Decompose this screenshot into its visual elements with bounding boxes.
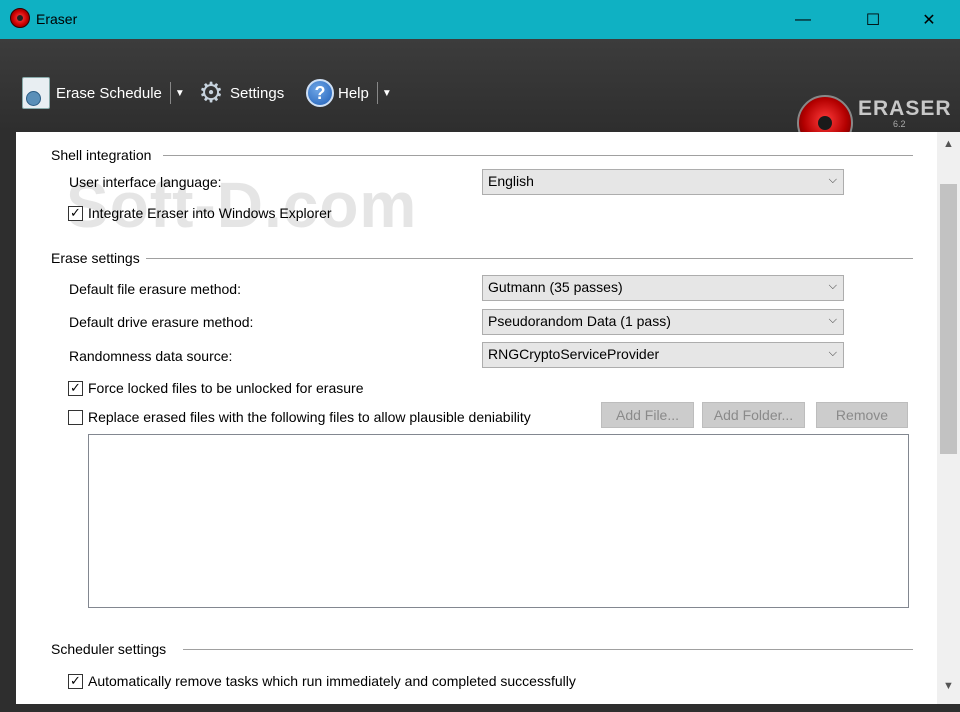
erase-schedule-dropdown-icon[interactable]: ▼	[175, 88, 185, 99]
plausible-deniability-checkbox[interactable]: Replace erased files with the following …	[68, 409, 531, 425]
add-file-button[interactable]: Add File...	[601, 402, 694, 428]
drive-method-label: Default drive erasure method:	[69, 314, 254, 330]
gear-icon: ⚙	[198, 77, 224, 108]
help-button[interactable]: ? Help ▼	[306, 77, 392, 109]
drive-method-dropdown[interactable]: Pseudorandom Data (1 pass) ⌵	[482, 309, 844, 335]
frame-left	[0, 132, 16, 712]
erase-schedule-button[interactable]: Erase Schedule ▼	[22, 77, 185, 109]
title-bar: Eraser — ☐ ✕	[0, 0, 960, 39]
help-label: Help	[338, 84, 369, 102]
randomness-dropdown[interactable]: RNGCryptoServiceProvider ⌵	[482, 342, 844, 368]
version-label: 6.2	[893, 119, 906, 129]
settings-panel: Soft-D.com Shell integration User interf…	[16, 132, 937, 704]
drive-method-value: Pseudorandom Data (1 pass)	[488, 313, 671, 329]
checkbox-icon	[68, 409, 83, 425]
file-method-value: Gutmann (35 passes)	[488, 279, 623, 295]
schedule-document-icon	[22, 77, 50, 109]
force-unlock-label: Force locked files to be unlocked for er…	[88, 380, 364, 396]
window-title: Eraser	[36, 11, 78, 27]
auto-remove-tasks-label: Automatically remove tasks which run imm…	[88, 673, 576, 689]
checkbox-icon: ✓	[68, 205, 83, 221]
file-method-label: Default file erasure method:	[69, 281, 241, 297]
language-value: English	[488, 173, 534, 189]
toolbar-separator	[376, 82, 378, 104]
force-unlock-checkbox[interactable]: ✓ Force locked files to be unlocked for …	[68, 380, 363, 396]
file-method-dropdown[interactable]: Gutmann (35 passes) ⌵	[482, 275, 844, 301]
integrate-explorer-label: Integrate Eraser into Windows Explorer	[88, 205, 332, 221]
section-divider	[183, 649, 913, 650]
section-divider	[146, 258, 913, 259]
chevron-down-icon: ⌵	[828, 174, 837, 186]
section-shell-integration: Shell integration	[51, 147, 152, 163]
section-scheduler-settings: Scheduler settings	[51, 641, 167, 657]
logo-text: ERASER	[858, 97, 952, 120]
randomness-label: Randomness data source:	[69, 348, 233, 364]
checkbox-icon: ✓	[68, 673, 83, 689]
deniability-files-list[interactable]	[88, 434, 909, 608]
add-folder-button[interactable]: Add Folder...	[702, 402, 805, 428]
help-dropdown-icon[interactable]: ▼	[382, 88, 392, 99]
toolbar: Erase Schedule ▼ ⚙ Settings ? Help ▼ ERA…	[0, 39, 960, 151]
frame-bottom	[0, 704, 960, 712]
section-divider	[163, 155, 913, 156]
auto-remove-tasks-checkbox[interactable]: ✓ Automatically remove tasks which run i…	[68, 673, 576, 689]
scroll-down-icon[interactable]: ▼	[937, 680, 960, 698]
vertical-scrollbar[interactable]: ▲ ▼	[937, 132, 960, 704]
chevron-down-icon: ⌵	[828, 280, 837, 292]
language-dropdown[interactable]: English ⌵	[482, 169, 844, 195]
scroll-up-icon[interactable]: ▲	[937, 138, 960, 156]
toolbar-separator	[169, 82, 171, 104]
settings-label: Settings	[230, 84, 285, 102]
remove-button[interactable]: Remove	[816, 402, 908, 428]
plausible-deniability-label: Replace erased files with the following …	[88, 409, 531, 425]
erase-schedule-label: Erase Schedule	[56, 84, 162, 102]
chevron-down-icon: ⌵	[828, 347, 837, 359]
chevron-down-icon: ⌵	[828, 314, 837, 326]
app-icon	[10, 8, 30, 28]
settings-button[interactable]: ⚙ Settings	[196, 77, 284, 109]
checkbox-icon: ✓	[68, 380, 83, 396]
integrate-explorer-checkbox[interactable]: ✓ Integrate Eraser into Windows Explorer	[68, 205, 332, 221]
randomness-value: RNGCryptoServiceProvider	[488, 346, 660, 362]
section-erase-settings: Erase settings	[51, 250, 140, 266]
maximize-button[interactable]: ☐	[850, 0, 896, 39]
help-icon: ?	[306, 79, 334, 107]
scrollbar-thumb[interactable]	[940, 184, 957, 454]
close-button[interactable]: ✕	[906, 0, 952, 39]
language-label: User interface language:	[69, 174, 222, 190]
minimize-button[interactable]: —	[780, 0, 826, 39]
